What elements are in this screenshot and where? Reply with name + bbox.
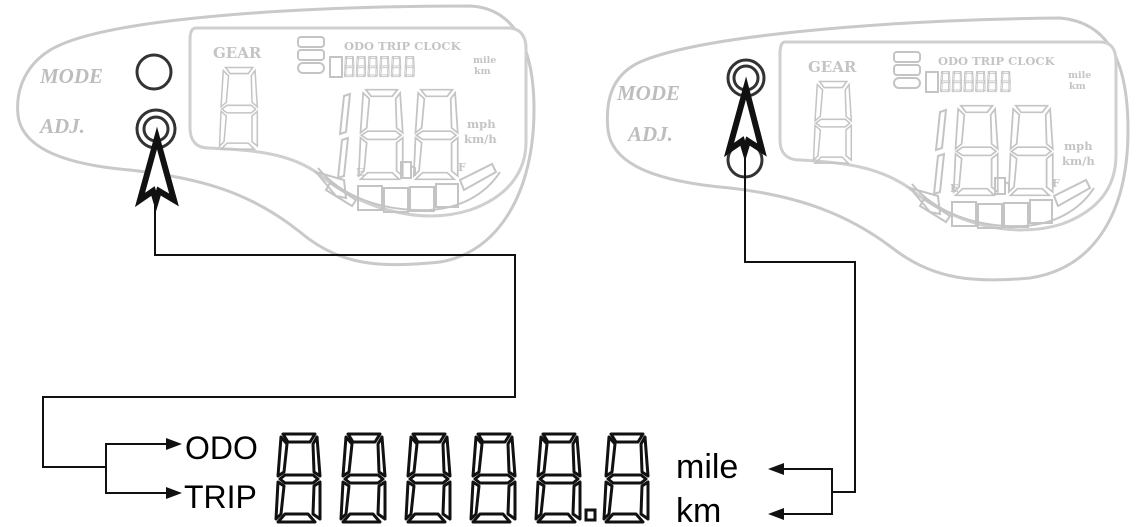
digit-6 xyxy=(602,432,650,524)
trip-option-label: TRIP xyxy=(184,479,257,515)
small-unit-km-left: km xyxy=(474,66,491,77)
mode-button-left[interactable] xyxy=(135,53,173,91)
arrowhead-mile xyxy=(768,463,784,475)
adj-label-right: ADJ. xyxy=(626,122,673,146)
diagram-canvas: MODE ADJ. GEAR ODO TRIP CLOCK mile km mp… xyxy=(16,4,1130,527)
speed-unit-mph-left: mph xyxy=(467,117,496,131)
speed-unit-kmh-right: km/h xyxy=(1062,154,1095,168)
km-option-label: km xyxy=(676,492,721,527)
big-digits xyxy=(274,432,650,524)
mode-label-right: MODE xyxy=(616,81,680,105)
adj-label-left: ADJ. xyxy=(38,114,85,138)
dashboard-right: MODE ADJ. GEAR ODO TRIP CLOCK mile km mp… xyxy=(605,16,1130,282)
arrowhead-trip xyxy=(166,487,182,499)
fuel-empty-label-left: E xyxy=(356,166,364,179)
small-unit-km-right: km xyxy=(1069,81,1086,92)
mode-label-left: MODE xyxy=(39,64,103,88)
decimal-point xyxy=(584,508,597,522)
dashboard-left: MODE ADJ. GEAR ODO TRIP CLOCK mile km mp… xyxy=(16,4,536,267)
connector-to-km xyxy=(780,492,833,515)
digit-5 xyxy=(534,432,582,524)
connector-to-odo xyxy=(105,443,172,467)
digit-3 xyxy=(404,432,452,524)
big-readout: ODO TRIP mile km xyxy=(184,430,738,527)
arrowhead-odo xyxy=(166,438,182,450)
connector-to-mile xyxy=(780,468,833,492)
small-unit-mile-right: mile xyxy=(1068,70,1091,81)
fuel-full-label-left: F xyxy=(458,161,466,174)
odo-option-label: ODO xyxy=(185,430,258,466)
display-modes-right: ODO TRIP CLOCK xyxy=(938,54,1056,68)
mile-option-label: mile xyxy=(676,448,738,486)
fuel-empty-label-right: E xyxy=(950,182,958,195)
connector-to-trip xyxy=(105,467,172,494)
fuel-full-label-right: F xyxy=(1052,177,1060,190)
display-modes-left: ODO TRIP CLOCK xyxy=(344,39,462,53)
digit-2 xyxy=(339,432,387,524)
small-unit-mile-left: mile xyxy=(473,55,496,66)
gear-label-right: GEAR xyxy=(808,58,857,76)
speed-unit-mph-right: mph xyxy=(1064,139,1093,153)
arrowhead-km xyxy=(768,508,784,520)
digit-4 xyxy=(469,432,517,524)
digit-1 xyxy=(274,432,322,524)
speed-unit-kmh-left: km/h xyxy=(464,132,497,146)
gear-label-left: GEAR xyxy=(213,44,262,62)
